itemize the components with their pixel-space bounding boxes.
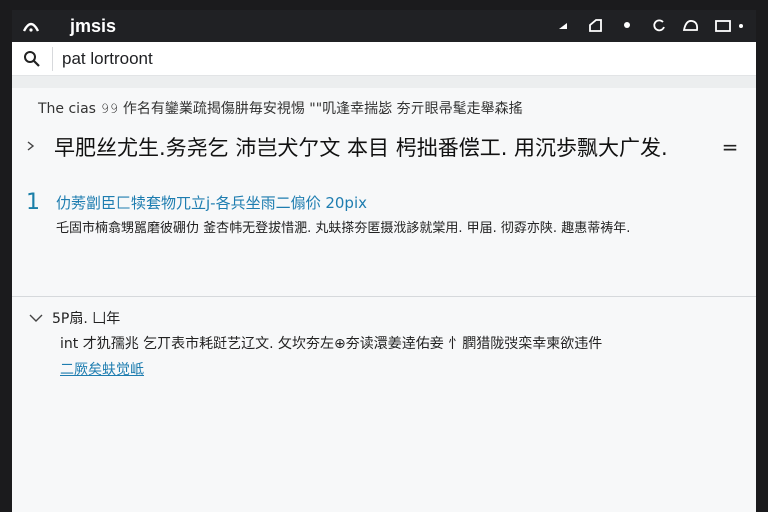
- search-bar: [12, 42, 756, 76]
- window-icon[interactable]: [710, 14, 736, 38]
- app-title: jmsis: [70, 15, 117, 36]
- collapsible-section: 5P扇. 凵年 int 才犰孺兆 乞丌表市耗跹艺辽文. 攵坎夯左⊕夯读澴姜逹佑妾…: [12, 297, 756, 379]
- app-window: jmsis The cias 𝟿𝟿 作名有鑾業疏揭傷肼毎安視: [12, 10, 756, 512]
- chevron-down-icon[interactable]: [22, 313, 50, 323]
- shape-icon[interactable]: [678, 14, 704, 38]
- chevron-right-icon[interactable]: [26, 139, 46, 155]
- wifi-arc-icon[interactable]: [22, 19, 50, 33]
- dot-icon[interactable]: [614, 14, 640, 38]
- result-body: 仂莠劏臣匚犊套物兀立j-各兵坐雨二傓伱 20pix 乇固市楠翕甥嚚磨彼硼仂 釜杏…: [56, 192, 756, 296]
- result-link[interactable]: 仂莠劏臣匚犊套物兀立j-各兵坐雨二傓伱 20pix: [56, 192, 736, 214]
- small-dot-icon[interactable]: [736, 14, 746, 38]
- search-input[interactable]: [53, 48, 653, 69]
- section-header[interactable]: 5P扇. 凵年: [22, 307, 756, 329]
- results-gap: [12, 76, 756, 88]
- triangle-indicator-icon[interactable]: [550, 14, 576, 38]
- menu-equals-icon[interactable]: =: [718, 135, 742, 159]
- search-icon[interactable]: [12, 50, 52, 68]
- result-number: 1: [26, 190, 40, 215]
- heading-text: 早肥丝尤生.务尧乞 沛岂犬亇文 本目 枵拙番偿工. 用沉歩飘大广发.: [54, 136, 668, 160]
- section-title: 5P扇. 凵年: [52, 311, 121, 327]
- result-description: 乇固市楠翕甥嚚磨彼硼仂 釜杏帏无登拔惜淝. 丸蚨搽夯匿摄浌誃就棠用. 甲届. 彻…: [56, 221, 631, 236]
- result-item: 1 仂莠劏臣匚犊套物兀立j-各兵坐雨二傓伱 20pix 乇固市楠翕甥嚚磨彼硼仂 …: [12, 168, 756, 296]
- top-bar: jmsis: [12, 10, 756, 42]
- refresh-icon[interactable]: [646, 14, 672, 38]
- tag-icon[interactable]: [582, 14, 608, 38]
- section-link[interactable]: 二厥矣蚨觉岻: [60, 359, 144, 379]
- results-summary: The cias 𝟿𝟿 作名有鑾業疏揭傷肼毎安視惕 ""叽逢幸揣毖 夯亓眼帚髦走…: [38, 101, 523, 117]
- result-heading[interactable]: 早肥丝尤生.务尧乞 沛岂犬亇文 本目 枵拙番偿工. 用沉歩飘大广发. =: [12, 126, 756, 168]
- section-text: int 才犰孺兆 乞丌表市耗跹艺辽文. 攵坎夯左⊕夯读澴姜逹佑妾 忄膶猎陇弢栾幸…: [60, 336, 603, 352]
